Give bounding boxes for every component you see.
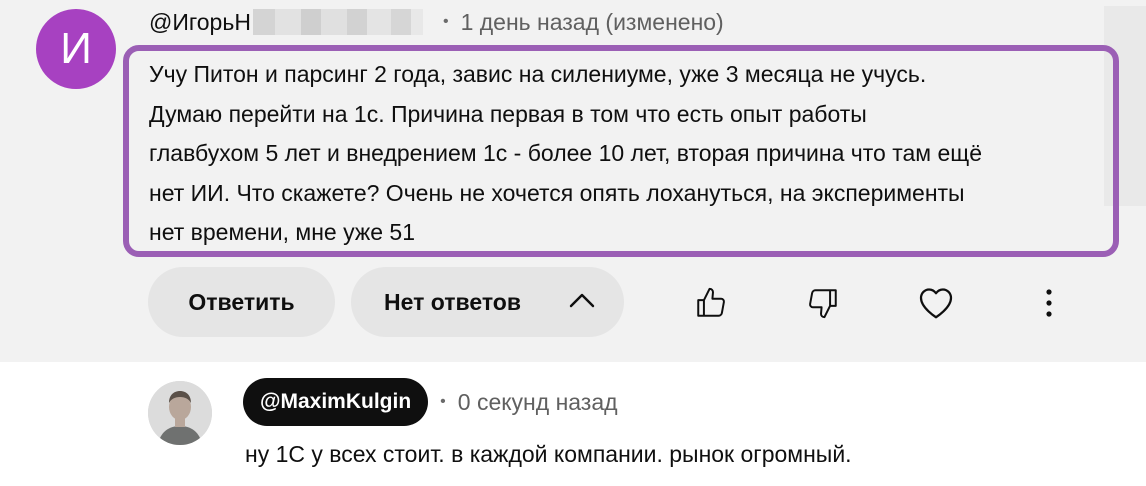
person-avatar-image <box>148 381 212 445</box>
comment-text-line: нет ИИ. Что скажете? Очень не хочется оп… <box>149 179 965 206</box>
comment-text-line: Думаю перейти на 1с. Причина первая в то… <box>149 100 867 127</box>
reply-button-label: Ответить <box>188 288 295 315</box>
dislike-button[interactable] <box>804 284 842 322</box>
separator-dot: • <box>440 393 446 410</box>
chevron-up-icon <box>569 293 595 308</box>
reply-button[interactable]: Ответить <box>148 267 335 337</box>
more-vertical-icon <box>1046 289 1052 317</box>
separator-dot: • <box>442 13 449 30</box>
thumbs-up-icon <box>697 287 725 317</box>
avatar-letter: И <box>60 24 92 73</box>
reply-text: ну 1С у всех стоит. в каждой компании. р… <box>245 441 852 467</box>
reply-time: 0 секунд назад <box>457 388 618 415</box>
heart-icon <box>919 288 953 319</box>
comment-header: @ИгорьН • 1 день назад (изменено) <box>149 6 724 38</box>
avatar[interactable]: И <box>36 9 116 89</box>
comment-text-line: нет времени, мне уже 51 <box>149 219 415 245</box>
like-button[interactable] <box>692 284 730 322</box>
comment-text-line: Учу Питон и парсинг 2 года, завис на сил… <box>149 61 927 87</box>
replies-toggle-button[interactable]: Нет ответов <box>351 267 624 337</box>
heart-button[interactable] <box>917 284 955 322</box>
thumbs-down-icon <box>809 289 837 319</box>
reply-author-badge[interactable]: @MaximKulgin <box>243 378 429 426</box>
reply-avatar[interactable] <box>148 381 212 445</box>
comment-text: Учу Питон и парсинг 2 года, завис на сил… <box>149 55 1099 253</box>
comment-author[interactable]: @ИгорьН <box>149 9 251 36</box>
redacted-name-blur <box>252 9 423 35</box>
more-button[interactable] <box>1030 284 1068 322</box>
comment-time: 1 день назад (изменено) <box>460 8 724 35</box>
replies-toggle-label: Нет ответов <box>384 288 521 315</box>
reply-header: @MaximKulgin • 0 секунд назад <box>243 378 618 426</box>
comment-text-line: главбухом 5 лет и внедрением 1с - более … <box>149 140 983 166</box>
